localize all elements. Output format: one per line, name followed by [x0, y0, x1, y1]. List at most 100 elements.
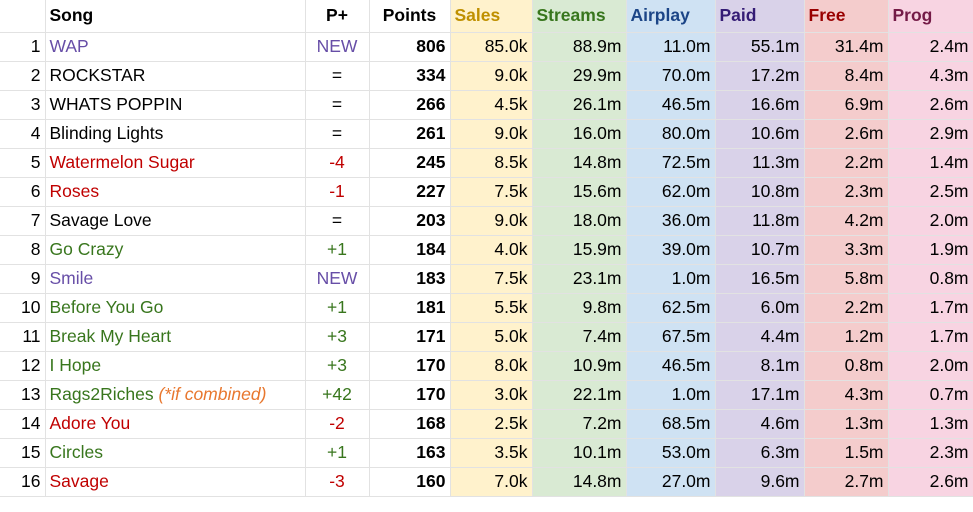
streams-cell[interactable]: 14.8m: [532, 148, 627, 178]
song-cell[interactable]: WHATS POPPIN: [45, 90, 306, 120]
free-cell[interactable]: 3.3m: [804, 235, 889, 265]
prog-cell[interactable]: 1.3m: [888, 409, 973, 439]
sales-cell[interactable]: 7.5k: [450, 264, 533, 294]
paid-cell[interactable]: 10.7m: [715, 235, 805, 265]
position-change-cell[interactable]: +1: [305, 438, 370, 468]
rank-cell[interactable]: 8: [0, 235, 46, 265]
sales-cell[interactable]: 4.5k: [450, 90, 533, 120]
position-change-cell[interactable]: -1: [305, 177, 370, 207]
points-cell[interactable]: 183: [369, 264, 451, 294]
song-cell[interactable]: I Hope: [45, 351, 306, 381]
streams-cell[interactable]: 22.1m: [532, 380, 627, 410]
rank-cell[interactable]: 12: [0, 351, 46, 381]
airplay-cell[interactable]: 11.0m: [626, 32, 716, 62]
free-cell[interactable]: 2.7m: [804, 467, 889, 497]
points-cell[interactable]: 806: [369, 32, 451, 62]
rank-cell[interactable]: 16: [0, 467, 46, 497]
rank-cell[interactable]: 6: [0, 177, 46, 207]
paid-cell[interactable]: 4.6m: [715, 409, 805, 439]
sales-cell[interactable]: 9.0k: [450, 206, 533, 236]
airplay-cell[interactable]: 70.0m: [626, 61, 716, 91]
song-cell[interactable]: Go Crazy: [45, 235, 306, 265]
sales-cell[interactable]: 4.0k: [450, 235, 533, 265]
prog-cell[interactable]: 0.8m: [888, 264, 973, 294]
airplay-cell[interactable]: 68.5m: [626, 409, 716, 439]
header-paid[interactable]: Paid: [715, 0, 805, 33]
paid-cell[interactable]: 9.6m: [715, 467, 805, 497]
position-change-cell[interactable]: +1: [305, 293, 370, 323]
sales-cell[interactable]: 7.5k: [450, 177, 533, 207]
position-change-cell[interactable]: NEW: [305, 32, 370, 62]
prog-cell[interactable]: 1.7m: [888, 322, 973, 352]
streams-cell[interactable]: 14.8m: [532, 467, 627, 497]
song-cell[interactable]: Rags2Riches (*if combined): [45, 380, 306, 410]
prog-cell[interactable]: 2.4m: [888, 32, 973, 62]
position-change-cell[interactable]: -2: [305, 409, 370, 439]
streams-cell[interactable]: 23.1m: [532, 264, 627, 294]
rank-cell[interactable]: 3: [0, 90, 46, 120]
paid-cell[interactable]: 11.8m: [715, 206, 805, 236]
paid-cell[interactable]: 55.1m: [715, 32, 805, 62]
rank-cell[interactable]: 7: [0, 206, 46, 236]
paid-cell[interactable]: 6.0m: [715, 293, 805, 323]
paid-cell[interactable]: 8.1m: [715, 351, 805, 381]
paid-cell[interactable]: 17.1m: [715, 380, 805, 410]
sales-cell[interactable]: 3.5k: [450, 438, 533, 468]
header-free[interactable]: Free: [804, 0, 889, 33]
position-change-cell[interactable]: NEW: [305, 264, 370, 294]
header-song[interactable]: Song: [45, 0, 306, 33]
header-prog[interactable]: Prog: [888, 0, 973, 33]
song-cell[interactable]: Blinding Lights: [45, 119, 306, 149]
airplay-cell[interactable]: 36.0m: [626, 206, 716, 236]
position-change-cell[interactable]: =: [305, 206, 370, 236]
rank-cell[interactable]: 5: [0, 148, 46, 178]
song-cell[interactable]: Watermelon Sugar: [45, 148, 306, 178]
free-cell[interactable]: 0.8m: [804, 351, 889, 381]
paid-cell[interactable]: 6.3m: [715, 438, 805, 468]
paid-cell[interactable]: 4.4m: [715, 322, 805, 352]
song-cell[interactable]: ROCKSTAR: [45, 61, 306, 91]
points-cell[interactable]: 171: [369, 322, 451, 352]
song-cell[interactable]: Before You Go: [45, 293, 306, 323]
rank-cell[interactable]: 14: [0, 409, 46, 439]
points-cell[interactable]: 163: [369, 438, 451, 468]
points-cell[interactable]: 266: [369, 90, 451, 120]
header-airplay[interactable]: Airplay: [626, 0, 716, 33]
prog-cell[interactable]: 2.6m: [888, 467, 973, 497]
prog-cell[interactable]: 0.7m: [888, 380, 973, 410]
song-cell[interactable]: Roses: [45, 177, 306, 207]
airplay-cell[interactable]: 72.5m: [626, 148, 716, 178]
points-cell[interactable]: 170: [369, 380, 451, 410]
sales-cell[interactable]: 8.5k: [450, 148, 533, 178]
rank-cell[interactable]: 15: [0, 438, 46, 468]
sales-cell[interactable]: 2.5k: [450, 409, 533, 439]
airplay-cell[interactable]: 1.0m: [626, 380, 716, 410]
header-rank-cell[interactable]: [0, 0, 46, 33]
paid-cell[interactable]: 17.2m: [715, 61, 805, 91]
paid-cell[interactable]: 16.5m: [715, 264, 805, 294]
prog-cell[interactable]: 2.0m: [888, 351, 973, 381]
prog-cell[interactable]: 2.3m: [888, 438, 973, 468]
header-streams[interactable]: Streams: [532, 0, 627, 33]
rank-cell[interactable]: 2: [0, 61, 46, 91]
position-change-cell[interactable]: +1: [305, 235, 370, 265]
free-cell[interactable]: 1.2m: [804, 322, 889, 352]
points-cell[interactable]: 168: [369, 409, 451, 439]
points-cell[interactable]: 160: [369, 467, 451, 497]
streams-cell[interactable]: 9.8m: [532, 293, 627, 323]
position-change-cell[interactable]: +3: [305, 322, 370, 352]
streams-cell[interactable]: 29.9m: [532, 61, 627, 91]
position-change-cell[interactable]: =: [305, 119, 370, 149]
prog-cell[interactable]: 1.9m: [888, 235, 973, 265]
free-cell[interactable]: 4.3m: [804, 380, 889, 410]
airplay-cell[interactable]: 27.0m: [626, 467, 716, 497]
airplay-cell[interactable]: 53.0m: [626, 438, 716, 468]
streams-cell[interactable]: 18.0m: [532, 206, 627, 236]
streams-cell[interactable]: 10.1m: [532, 438, 627, 468]
free-cell[interactable]: 2.6m: [804, 119, 889, 149]
song-cell[interactable]: Savage Love: [45, 206, 306, 236]
airplay-cell[interactable]: 1.0m: [626, 264, 716, 294]
points-cell[interactable]: 261: [369, 119, 451, 149]
sales-cell[interactable]: 3.0k: [450, 380, 533, 410]
position-change-cell[interactable]: =: [305, 61, 370, 91]
